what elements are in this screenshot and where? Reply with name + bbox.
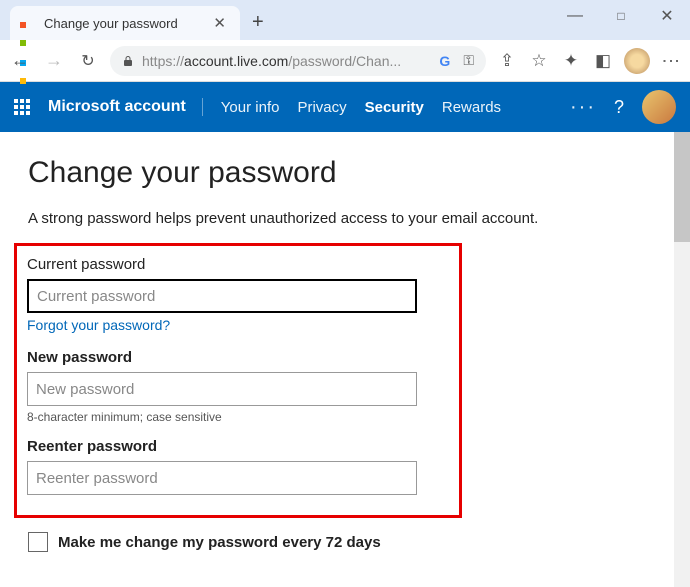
browser-tab-active[interactable]: Change your password ✕	[10, 6, 240, 40]
url-text: https://account.live.com/password/Chan..…	[142, 53, 401, 69]
address-bar[interactable]: https://account.live.com/password/Chan..…	[110, 46, 486, 76]
browser-profile-avatar[interactable]	[624, 48, 650, 74]
password-key-icon[interactable]: ⚿	[463, 52, 474, 69]
nav-more-button[interactable]: ···	[570, 96, 596, 119]
tab-title: Change your password	[44, 16, 201, 31]
password-hint: 8-character minimum; case sensitive	[27, 410, 449, 424]
app-launcher-icon[interactable]	[14, 99, 30, 115]
new-password-label: New password	[27, 349, 449, 366]
help-icon[interactable]: ?	[614, 97, 624, 118]
forward-button[interactable]: →	[42, 50, 66, 71]
bookmark-star-icon[interactable]: ☆	[528, 51, 550, 71]
password-expiry-checkbox-row: Make me change my password every 72 days	[28, 532, 662, 552]
window-close-button[interactable]: ✕	[644, 2, 690, 30]
nav-your-info[interactable]: Your info	[221, 99, 280, 116]
tab-close-button[interactable]: ✕	[209, 14, 230, 32]
sidepanel-icon[interactable]: ◧	[592, 51, 614, 71]
browser-toolbar: ← → ↻ https://account.live.com/password/…	[0, 40, 690, 82]
window-maximize-button[interactable]: □	[598, 5, 644, 27]
new-password-input[interactable]	[27, 372, 417, 406]
site-header: Microsoft account Your info Privacy Secu…	[0, 82, 690, 132]
vertical-scrollbar-track	[674, 132, 690, 587]
intro-text: A strong password helps prevent unauthor…	[28, 210, 662, 227]
google-search-icon[interactable]: G	[439, 53, 455, 69]
reload-button[interactable]: ↻	[76, 51, 100, 71]
window-minimize-button[interactable]: —	[552, 3, 598, 29]
reenter-password-label: Reenter password	[27, 438, 449, 455]
highlighted-form-area: Current password Forgot your password? N…	[14, 243, 462, 518]
extensions-puzzle-icon[interactable]: ✦	[560, 51, 582, 71]
lock-icon	[122, 55, 134, 67]
microsoft-favicon-icon	[20, 15, 36, 31]
page-content: Change your password A strong password h…	[0, 132, 690, 587]
browser-menu-button[interactable]: ⋮	[660, 52, 682, 69]
page-title: Change your password	[28, 156, 662, 190]
vertical-scrollbar-thumb[interactable]	[674, 132, 690, 242]
nav-privacy[interactable]: Privacy	[297, 99, 346, 116]
forgot-password-link[interactable]: Forgot your password?	[27, 317, 170, 333]
password-expiry-checkbox-label: Make me change my password every 72 days	[58, 534, 381, 551]
reenter-password-input[interactable]	[27, 461, 417, 495]
password-expiry-checkbox[interactable]	[28, 532, 48, 552]
share-icon[interactable]: ⇪	[496, 51, 518, 71]
back-button[interactable]: ←	[8, 50, 32, 71]
current-password-label: Current password	[27, 256, 449, 273]
brand-title[interactable]: Microsoft account	[48, 98, 203, 116]
account-avatar[interactable]	[642, 90, 676, 124]
current-password-input[interactable]	[27, 279, 417, 313]
nav-rewards[interactable]: Rewards	[442, 99, 501, 116]
nav-security[interactable]: Security	[365, 99, 424, 116]
new-tab-button[interactable]: +	[252, 11, 264, 40]
